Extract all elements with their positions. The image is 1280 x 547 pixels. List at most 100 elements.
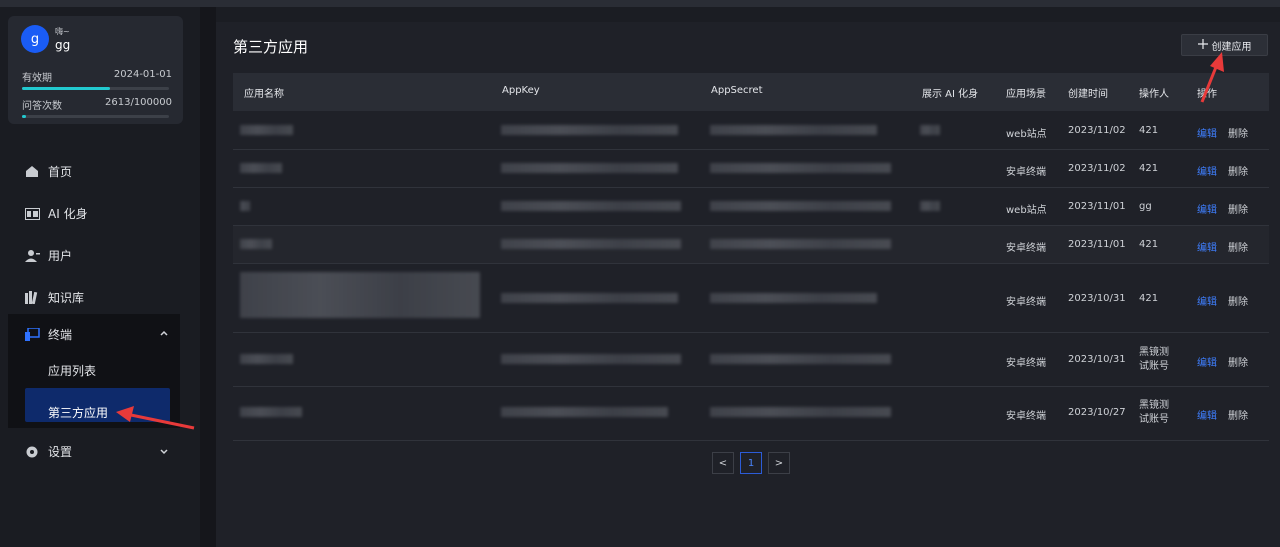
- edit-link[interactable]: 编辑: [1197, 354, 1217, 369]
- cell-operator: 421: [1139, 125, 1159, 136]
- sidebar-subitem-third-party[interactable]: 第三方应用: [48, 404, 108, 421]
- user-icon: [24, 249, 40, 263]
- cell-scene: 安卓终端: [1006, 297, 1046, 308]
- sidebar-subitem-app-list[interactable]: 应用列表: [48, 362, 96, 379]
- cell-date: 2023/10/31: [1068, 293, 1126, 304]
- redacted-app-name: [240, 125, 293, 135]
- top-bar: [0, 0, 1280, 7]
- validity-value: 2024-01-01: [113, 69, 172, 80]
- cell-operator: 421: [1139, 239, 1159, 250]
- sidebar-item-label: 设置: [48, 445, 73, 459]
- col-header-operator: 操作人: [1139, 89, 1169, 100]
- redacted-ai: [920, 201, 940, 211]
- sidebar-item-terminal[interactable]: 终端: [24, 326, 72, 343]
- redacted-appkey: [501, 354, 681, 364]
- validity-label: 有效期: [22, 73, 52, 84]
- qa-progress-fill: [22, 115, 26, 118]
- col-header-scene: 应用场景: [1006, 89, 1046, 100]
- delete-link[interactable]: 删除: [1228, 239, 1248, 254]
- sidebar-item-knowledge-base[interactable]: 知识库: [24, 289, 84, 306]
- cell-date: 2023/11/01: [1068, 201, 1126, 212]
- redacted-appkey: [501, 125, 678, 135]
- chevron-up-icon[interactable]: [160, 328, 168, 339]
- redacted-appsecret: [710, 239, 891, 249]
- cell-operator: 421: [1139, 163, 1159, 174]
- cell-date: 2023/10/27: [1068, 407, 1126, 418]
- delete-link[interactable]: 删除: [1228, 354, 1248, 369]
- redacted-app-name: [240, 407, 302, 417]
- col-header-show-ai: 展示 AI 化身: [922, 89, 979, 100]
- redacted-appsecret: [710, 354, 891, 364]
- redacted-app-name: [240, 239, 272, 249]
- cell-operator: gg: [1139, 201, 1152, 212]
- validity-row: 有效期 2024-01-01: [22, 69, 172, 84]
- sidebar-item-ai[interactable]: AI 化身: [24, 205, 88, 222]
- redacted-app-name: [240, 272, 480, 318]
- next-page-button[interactable]: >: [768, 452, 790, 474]
- sidebar-item-settings[interactable]: 设置: [24, 443, 72, 460]
- redacted-appkey: [501, 239, 681, 249]
- cell-scene: 安卓终端: [1006, 411, 1046, 422]
- edit-link[interactable]: 编辑: [1197, 407, 1217, 422]
- col-header-created: 创建时间: [1068, 89, 1108, 100]
- redacted-app-name: [240, 163, 282, 173]
- delete-link[interactable]: 删除: [1228, 293, 1248, 308]
- user-card: g 嗨~ gg 有效期 2024-01-01 问答次数 2613/100000: [8, 16, 183, 124]
- greeting-label: 嗨~: [55, 27, 70, 36]
- home-icon: [24, 165, 40, 179]
- cell-date: 2023/10/31: [1068, 354, 1126, 365]
- sidebar-gutter: [200, 7, 216, 547]
- devices-icon: [24, 328, 40, 342]
- delete-link[interactable]: 删除: [1228, 163, 1248, 178]
- redacted-appkey: [501, 293, 678, 303]
- cell-scene: web站点: [1006, 205, 1047, 216]
- sidebar-item-users[interactable]: 用户: [24, 247, 72, 264]
- ai-avatar-icon: [24, 207, 40, 221]
- redacted-appkey: [501, 201, 681, 211]
- col-header-appsecret: AppSecret: [711, 85, 763, 96]
- redacted-ai: [920, 125, 940, 135]
- books-icon: [24, 291, 40, 305]
- redacted-appsecret: [710, 293, 877, 303]
- qa-row: 问答次数 2613/100000: [22, 97, 172, 112]
- cell-operator: 黑镜测试账号: [1139, 400, 1169, 425]
- sidebar-item-label: AI 化身: [48, 207, 88, 221]
- redacted-appsecret: [710, 201, 891, 211]
- col-header-appkey: AppKey: [502, 85, 540, 96]
- redacted-app-name: [240, 201, 250, 211]
- chevron-down-icon[interactable]: [160, 447, 168, 458]
- sidebar-item-home[interactable]: 首页: [24, 163, 72, 180]
- delete-link[interactable]: 删除: [1228, 407, 1248, 422]
- cell-operator: 黑镜测试账号: [1139, 347, 1169, 372]
- edit-link[interactable]: 编辑: [1197, 293, 1217, 308]
- edit-link[interactable]: 编辑: [1197, 201, 1217, 216]
- cell-date: 2023/11/01: [1068, 239, 1126, 250]
- page-1-button[interactable]: 1: [740, 452, 762, 474]
- cell-scene: 安卓终端: [1006, 167, 1046, 178]
- prev-page-button[interactable]: <: [712, 452, 734, 474]
- sidebar-item-label: 终端: [48, 328, 73, 342]
- delete-link[interactable]: 删除: [1228, 125, 1248, 140]
- gear-icon: [24, 445, 40, 459]
- redacted-app-name: [240, 354, 293, 364]
- redacted-appsecret: [710, 125, 877, 135]
- redacted-appkey: [501, 163, 678, 173]
- qa-label: 问答次数: [22, 101, 62, 112]
- edit-link[interactable]: 编辑: [1197, 239, 1217, 254]
- cell-scene: 安卓终端: [1006, 358, 1046, 369]
- avatar[interactable]: g: [21, 25, 49, 53]
- edit-link[interactable]: 编辑: [1197, 125, 1217, 140]
- annotation-arrow-create: [1200, 52, 1224, 103]
- edit-link[interactable]: 编辑: [1197, 163, 1217, 178]
- annotation-arrow-sidebar: [116, 406, 195, 430]
- cell-scene: web站点: [1006, 129, 1047, 140]
- sidebar-item-label: 首页: [48, 165, 73, 179]
- col-header-app-name: 应用名称: [244, 89, 284, 100]
- cell-operator: 421: [1139, 293, 1159, 304]
- redacted-appsecret: [710, 407, 891, 417]
- cell-date: 2023/11/02: [1068, 163, 1126, 174]
- delete-link[interactable]: 删除: [1228, 201, 1248, 216]
- sidebar-item-label: 用户: [48, 249, 73, 263]
- user-name: gg: [55, 38, 71, 52]
- qa-progress-bar: [22, 115, 169, 118]
